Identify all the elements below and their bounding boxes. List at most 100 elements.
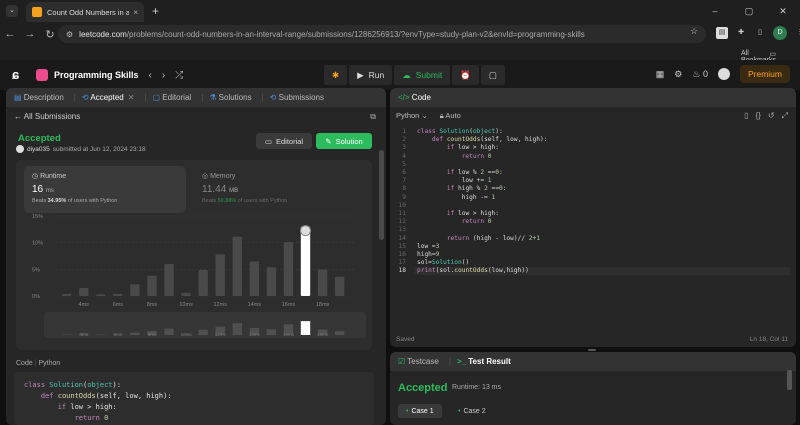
code-line[interactable]: return 0 <box>417 218 492 226</box>
prev-problem-icon[interactable]: ‹ <box>149 70 152 81</box>
leetcode-logo-icon[interactable]: ɕ <box>12 68 26 82</box>
solutions-icon: ⚗ <box>209 93 219 102</box>
test-runtime: Runtime: 13 ms <box>452 384 502 391</box>
streak-counter[interactable]: ♨ 0 <box>692 69 708 80</box>
code-line[interactable]: sol=Solution() <box>417 259 469 267</box>
extension-icon[interactable]: ▤ <box>716 27 728 39</box>
clock-icon: ◷ <box>32 173 41 180</box>
tab-testcase[interactable]: ☑ Testcase <box>398 357 439 366</box>
code-tab[interactable]: </> Code <box>398 93 431 102</box>
right-scrollbar[interactable] <box>787 370 792 390</box>
runtime-distribution-chart[interactable]: 15% 10% 5% 0% 4ms 6ms 8ms 10ms 12ms 14ms 16ms 18ms 4… <box>16 212 372 350</box>
site-info-icon[interactable]: ⚙ <box>66 30 73 39</box>
code-line[interactable]: def countOdds(self, low, high): <box>417 136 548 144</box>
bar <box>62 293 72 296</box>
code-line[interactable]: if high % 2 ==0: <box>417 185 507 193</box>
code-line[interactable]: low =3 <box>417 243 439 251</box>
reload-icon[interactable]: ↻ <box>40 28 60 41</box>
x-tick-label: 18ms <box>316 302 330 308</box>
browser-tab[interactable]: Count Odd Numbers in an Inte × <box>26 2 144 22</box>
bar <box>317 269 328 296</box>
case-2-tab[interactable]: • Case 2 <box>450 404 494 418</box>
overview-tick-label: 6ms <box>114 332 123 337</box>
memory-card[interactable]: ◎ Memory 11.44 MB Beats 50.88% of users … <box>194 166 344 213</box>
code-panel-header: </> Code <box>390 88 796 107</box>
forward-icon[interactable]: → <box>20 28 40 40</box>
code-line[interactable]: return (high - low)// 2+1 <box>417 235 540 243</box>
fullscreen-icon[interactable]: ⤢ <box>782 111 788 121</box>
profile-avatar[interactable]: D <box>773 26 787 40</box>
new-tab-icon[interactable]: + <box>152 4 159 18</box>
bookmark-icon[interactable]: ▯ <box>744 111 748 121</box>
left-panel-scrollbar[interactable] <box>379 150 384 240</box>
code-line[interactable]: class Solution(object): <box>417 128 503 136</box>
tab-editorial[interactable]: ▢ Editorial <box>153 93 192 102</box>
tab-description[interactable]: ▤ Description <box>14 93 64 102</box>
close-accepted-tab-icon[interactable]: ✕ <box>128 93 135 102</box>
close-window-icon[interactable]: ✕ <box>766 6 800 17</box>
timer-icon[interactable]: ⏰ <box>452 65 479 85</box>
bar <box>215 254 225 296</box>
horizontal-resize-handle[interactable] <box>588 349 596 351</box>
share-link-icon[interactable]: ⧉ <box>370 112 376 122</box>
code-line[interactable]: high -= 1 <box>417 194 496 202</box>
menu-icon[interactable]: ⋮ <box>794 27 800 39</box>
bookmark-star-icon[interactable]: ☆ <box>690 26 698 37</box>
code-line[interactable]: return 0 <box>417 153 492 161</box>
run-button[interactable]: ▶ Run <box>349 65 393 85</box>
test-panel-tabs: ☑ Testcase | >_ Test Result <box>390 352 796 371</box>
runtime-card[interactable]: ◷ Runtime 16 ms Beats 34.95% of users wi… <box>24 166 186 213</box>
tab-search-icon[interactable]: ⌄ <box>6 5 18 17</box>
sidepanel-icon[interactable]: ▯ <box>754 27 766 39</box>
solution-button[interactable]: ✎ Solution <box>316 133 372 149</box>
top-right-group: ▦ ⚙ ♨ 0 Premium <box>656 65 790 83</box>
reset-icon[interactable]: ↺ <box>768 111 775 121</box>
all-submissions-link[interactable]: ← All Submissions <box>14 112 80 121</box>
next-problem-icon[interactable]: › <box>162 70 165 81</box>
format-icon[interactable]: {} <box>756 111 761 121</box>
user-avatar[interactable] <box>717 68 730 80</box>
settings-icon[interactable]: ⚙ <box>674 69 682 80</box>
code-line[interactable]: if low > high: <box>417 210 499 218</box>
minimize-icon[interactable]: – <box>698 6 732 16</box>
language-select[interactable]: Python ⌄ <box>396 111 428 121</box>
cloud-upload-icon: ☁ <box>402 69 411 80</box>
submit-button[interactable]: ☁ Submit <box>394 65 451 85</box>
code-line[interactable]: high=9 <box>417 251 439 259</box>
case-dot-icon: • <box>406 407 409 415</box>
x-tick-label: 14ms <box>248 302 262 308</box>
code-editor[interactable]: 1 class Solution(object): 2 def countOdds(… <box>390 126 796 331</box>
submission-panel: ▤ Description | ⟲ Accepted ✕ | ▢ Editori… <box>6 88 386 425</box>
tab-test-result[interactable]: >_ Test Result <box>457 357 511 366</box>
puzzle-icon[interactable]: ✚ <box>735 27 747 39</box>
shuffle-icon[interactable]: ⤮ <box>175 70 183 81</box>
bar <box>96 294 106 296</box>
code-line[interactable]: if low > high: <box>417 144 499 152</box>
tab-close-icon[interactable]: × <box>133 8 138 17</box>
overview-bar <box>232 323 242 335</box>
maximize-icon[interactable]: ▢ <box>732 6 766 17</box>
code-line[interactable]: if low % 2 ==0: <box>417 169 503 177</box>
fire-icon: ♨ <box>692 68 701 79</box>
tab-solutions[interactable]: ⚗ Solutions <box>209 93 251 102</box>
debug-button[interactable]: ✱ <box>324 65 348 85</box>
editorial-button[interactable]: ▭ Editorial <box>256 133 312 149</box>
url-input[interactable]: ⚙ leetcode.com /problems/count-odd-numbe… <box>58 25 706 43</box>
tab-submissions[interactable]: ⟲ Submissions <box>270 93 324 102</box>
study-plan-title[interactable]: Programming Skills <box>54 70 139 80</box>
submission-user-info: diya035 submitted at Jun 12, 2024 23:18 <box>16 145 146 153</box>
back-icon[interactable]: ← <box>0 28 20 40</box>
submission-username[interactable]: diya035 <box>27 146 50 153</box>
bar <box>334 276 345 296</box>
layout-icon[interactable]: ▦ <box>656 69 665 80</box>
premium-button[interactable]: Premium <box>739 65 790 83</box>
book-icon: ▭ <box>264 136 272 146</box>
address-bar-row: ← → ↻ ⚙ leetcode.com /problems/count-odd… <box>0 22 800 46</box>
notes-icon[interactable]: ▢ <box>480 65 505 85</box>
case-1-tab[interactable]: • Case 1 <box>398 404 442 418</box>
code-line[interactable]: low += 1 <box>417 177 492 185</box>
code-line[interactable]: print(sol.countOdds(low,high)) <box>417 267 529 275</box>
x-tick-label: 10ms <box>179 302 193 308</box>
auto-mode-toggle[interactable]: 🔒︎ Auto <box>440 111 461 121</box>
tab-accepted[interactable]: ⟲ Accepted <box>82 93 124 102</box>
